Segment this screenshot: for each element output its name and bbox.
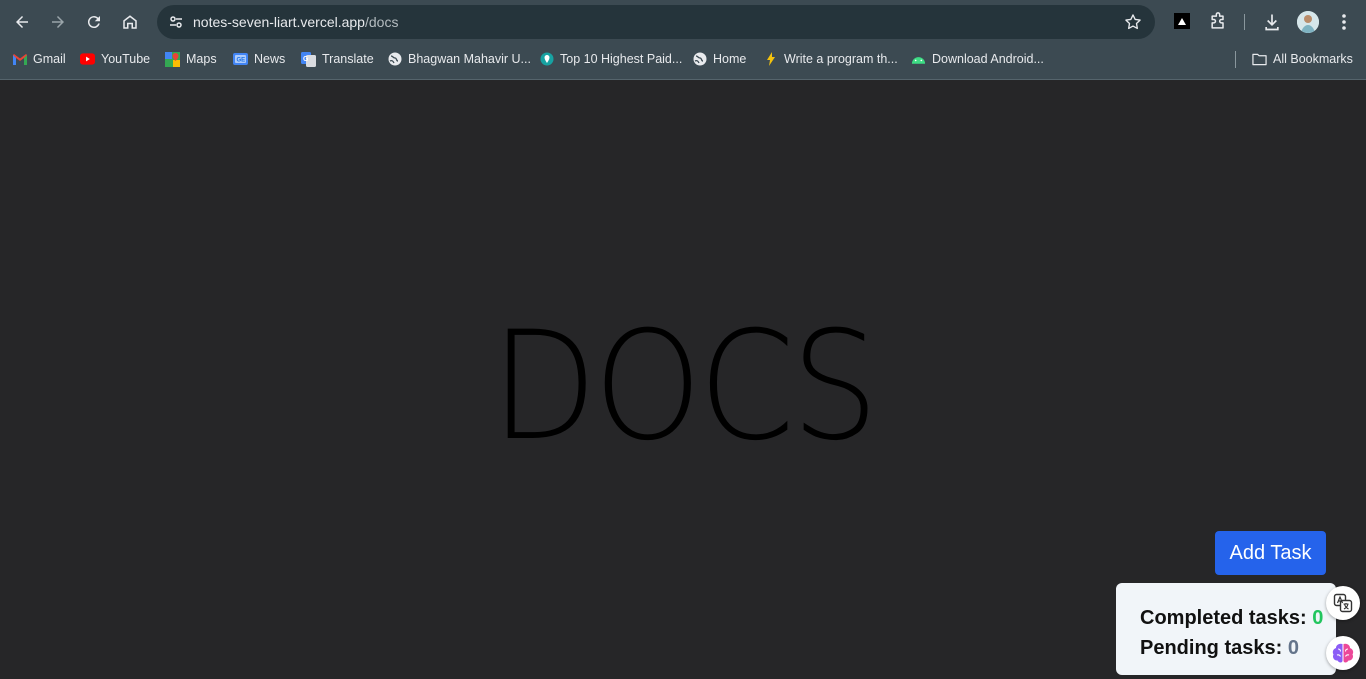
url-path: /docs <box>364 14 399 30</box>
home-icon <box>123 15 137 29</box>
globe-icon <box>692 52 707 67</box>
url-host: notes-seven-liart.vercel.app <box>193 14 365 30</box>
bookmark-label: Home <box>713 52 747 66</box>
youtube-icon <box>80 52 95 67</box>
puzzle-icon <box>1211 12 1224 29</box>
pending-tasks-label: Pending tasks: <box>1140 637 1283 659</box>
menu-button[interactable] <box>1332 10 1356 34</box>
translate-icon <box>1333 593 1353 613</box>
pending-tasks-count: 0 <box>1287 637 1299 659</box>
bookmark-label: Download Android... <box>932 52 1044 66</box>
svg-text:GE: GE <box>237 58 246 64</box>
home-button[interactable] <box>114 6 146 38</box>
all-bookmarks-label: All Bookmarks <box>1273 52 1353 66</box>
globe-icon <box>387 52 402 67</box>
bookmark-news[interactable]: GE News <box>233 50 285 68</box>
toolbar-divider <box>1244 14 1245 30</box>
task-stats-card: Completed tasks: 0 Pending tasks: 0 <box>1116 583 1336 675</box>
arrow-right-icon <box>52 16 64 28</box>
bookmark-write-program[interactable]: Write a program th... <box>763 50 898 68</box>
bookmarks-divider <box>1235 51 1236 68</box>
kebab-menu-icon <box>1342 14 1346 30</box>
page-content: DOCS Add Task Completed tasks: 0 Pending… <box>0 80 1366 679</box>
bookmark-label: Translate <box>322 52 374 66</box>
location-pin-icon <box>539 52 554 67</box>
completed-tasks-count: 0 <box>1312 607 1324 629</box>
page-title: DOCS <box>490 300 879 474</box>
reload-icon <box>87 16 100 29</box>
bookmark-bhagwan-mahavir[interactable]: Bhagwan Mahavir U... <box>387 50 531 68</box>
bookmark-label: News <box>254 52 286 66</box>
bookmark-translate[interactable]: G Translate <box>301 50 374 68</box>
translate-float-button[interactable] <box>1326 586 1360 620</box>
lightning-icon <box>763 52 778 67</box>
add-task-button[interactable]: Add Task <box>1215 531 1326 575</box>
bookmark-youtube[interactable]: YouTube <box>80 50 150 68</box>
completed-tasks-row: Completed tasks: 0 <box>1140 603 1336 633</box>
reload-button[interactable] <box>78 6 110 38</box>
download-icon <box>1265 14 1279 31</box>
downloads-button[interactable] <box>1260 10 1284 34</box>
bookmark-label: Gmail <box>33 52 66 66</box>
android-icon <box>911 52 926 67</box>
browser-chrome: notes-seven-liart.vercel.app/docs Gmail … <box>0 0 1366 80</box>
extension-triangle-icon[interactable] <box>1174 13 1190 29</box>
folder-icon <box>1252 52 1267 67</box>
bookmark-label: Bhagwan Mahavir U... <box>408 52 531 66</box>
site-info-button[interactable] <box>163 9 189 35</box>
bookmark-gmail[interactable]: Gmail <box>12 50 66 68</box>
browser-toolbar: notes-seven-liart.vercel.app/docs <box>0 0 1366 44</box>
url-text: notes-seven-liart.vercel.app/docs <box>193 14 398 30</box>
address-bar[interactable]: notes-seven-liart.vercel.app/docs <box>157 5 1155 39</box>
translate-icon: G <box>301 51 316 67</box>
ai-brain-float-button[interactable] <box>1326 636 1360 670</box>
tune-icon <box>170 16 182 28</box>
bookmark-label: YouTube <box>101 52 151 66</box>
forward-button[interactable] <box>42 6 74 38</box>
extensions-button[interactable] <box>1206 10 1230 34</box>
avatar-icon <box>1297 11 1319 33</box>
completed-tasks-label: Completed tasks: <box>1140 607 1307 629</box>
all-bookmarks-button[interactable]: All Bookmarks <box>1252 50 1353 68</box>
bookmarks-bar: Gmail YouTube Maps GE News G Translate B… <box>0 44 1366 74</box>
news-icon: GE <box>233 52 248 67</box>
back-button[interactable] <box>6 6 38 38</box>
brain-icon <box>1332 643 1354 663</box>
svg-text:G: G <box>303 56 309 63</box>
gmail-icon <box>12 52 27 67</box>
bookmark-maps[interactable]: Maps <box>165 50 217 68</box>
maps-icon <box>165 51 180 67</box>
bookmark-label: Top 10 Highest Paid... <box>560 52 683 66</box>
bookmark-label: Write a program th... <box>784 52 898 66</box>
bookmark-home[interactable]: Home <box>692 50 746 68</box>
bookmark-top-10[interactable]: Top 10 Highest Paid... <box>539 50 682 68</box>
arrow-left-icon <box>16 16 28 28</box>
bookmark-label: Maps <box>186 52 217 66</box>
bookmark-star-icon[interactable] <box>1123 12 1143 32</box>
pending-tasks-row: Pending tasks: 0 <box>1140 633 1336 663</box>
profile-avatar[interactable] <box>1297 11 1319 33</box>
bookmark-download-android[interactable]: Download Android... <box>911 50 1044 68</box>
